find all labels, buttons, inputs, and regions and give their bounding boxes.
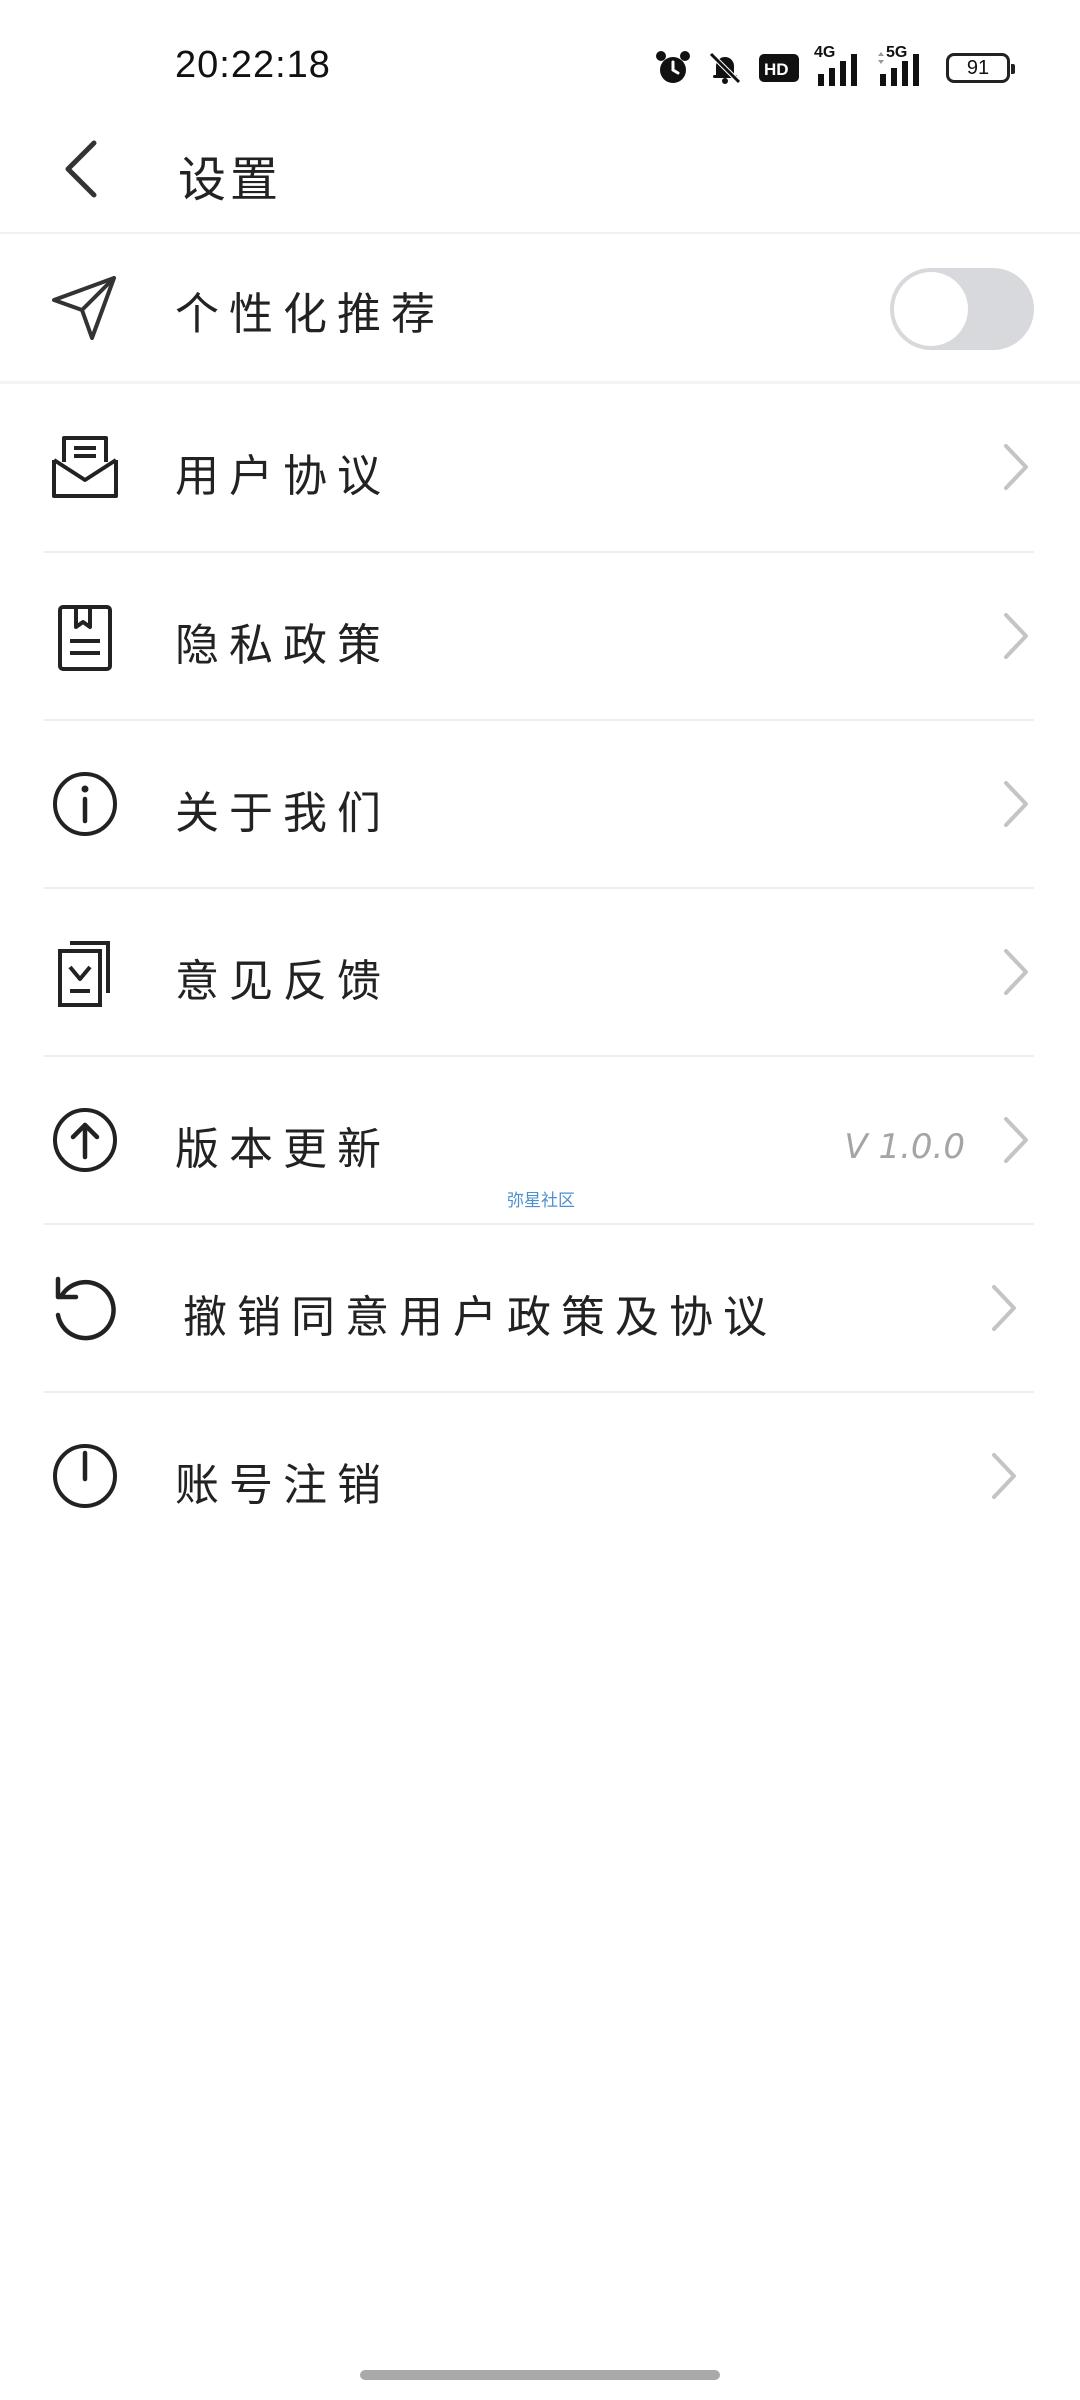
about-us-label: 关于我们 bbox=[175, 788, 391, 839]
version-value: V 1.0.0 bbox=[844, 1127, 965, 1167]
chevron-right-icon bbox=[998, 947, 1032, 997]
feedback-icon bbox=[48, 937, 122, 1011]
document-bookmark-icon bbox=[48, 601, 122, 675]
chevron-right-icon bbox=[986, 1283, 1020, 1333]
account-cancellation-row[interactable]: 账号注销 bbox=[0, 1393, 1080, 1559]
privacy-policy-label: 隐私政策 bbox=[175, 620, 391, 671]
bell-off-icon bbox=[706, 49, 744, 87]
chevron-right-icon bbox=[998, 779, 1032, 829]
info-icon bbox=[48, 767, 122, 841]
feedback-label: 意见反馈 bbox=[175, 956, 391, 1007]
page-title: 设置 bbox=[178, 152, 283, 208]
revoke-icon bbox=[48, 1271, 122, 1345]
chevron-right-icon bbox=[998, 442, 1032, 492]
signal-4g-icon: 4G bbox=[814, 44, 862, 88]
user-agreement-label: 用户协议 bbox=[175, 451, 391, 502]
back-button[interactable] bbox=[50, 134, 120, 204]
signal-5g-icon: 5G bbox=[876, 44, 924, 88]
svg-text:HD: HD bbox=[764, 60, 789, 79]
header: 设置 bbox=[0, 110, 1080, 234]
send-icon bbox=[48, 270, 122, 344]
toggle-knob bbox=[894, 272, 968, 346]
battery-icon: 91 bbox=[946, 53, 1015, 83]
chevron-right-icon bbox=[986, 1451, 1020, 1501]
status-time: 20:22:18 bbox=[175, 44, 331, 86]
watermark: 弥星社区 bbox=[507, 1191, 575, 1211]
personalized-recommendation-label: 个性化推荐 bbox=[175, 289, 445, 340]
envelope-icon bbox=[48, 430, 122, 504]
chevron-left-icon bbox=[65, 140, 97, 198]
power-icon bbox=[48, 1439, 122, 1513]
home-indicator[interactable] bbox=[360, 2370, 720, 2380]
alarm-icon bbox=[654, 49, 692, 87]
account-cancellation-label: 账号注销 bbox=[175, 1460, 391, 1511]
about-us-row[interactable]: 关于我们 bbox=[0, 721, 1080, 887]
privacy-policy-row[interactable]: 隐私政策 bbox=[0, 553, 1080, 719]
revoke-consent-label: 撤销同意用户政策及协议 bbox=[183, 1292, 777, 1343]
personalized-recommendation-row: 个性化推荐 bbox=[0, 232, 1080, 382]
revoke-consent-row[interactable]: 撤销同意用户政策及协议 bbox=[0, 1225, 1080, 1391]
battery-level: 91 bbox=[966, 56, 990, 79]
hd-icon: HD bbox=[758, 52, 800, 84]
chevron-right-icon bbox=[998, 611, 1032, 661]
chevron-right-icon bbox=[998, 1115, 1032, 1165]
status-icons: HD 4G 5G 91 bbox=[654, 44, 1015, 90]
upload-circle-icon bbox=[48, 1103, 122, 1177]
personalized-recommendation-toggle[interactable] bbox=[890, 268, 1034, 350]
version-update-label: 版本更新 bbox=[175, 1124, 391, 1175]
user-agreement-row[interactable]: 用户协议 bbox=[0, 384, 1080, 551]
feedback-row[interactable]: 意见反馈 bbox=[0, 889, 1080, 1055]
